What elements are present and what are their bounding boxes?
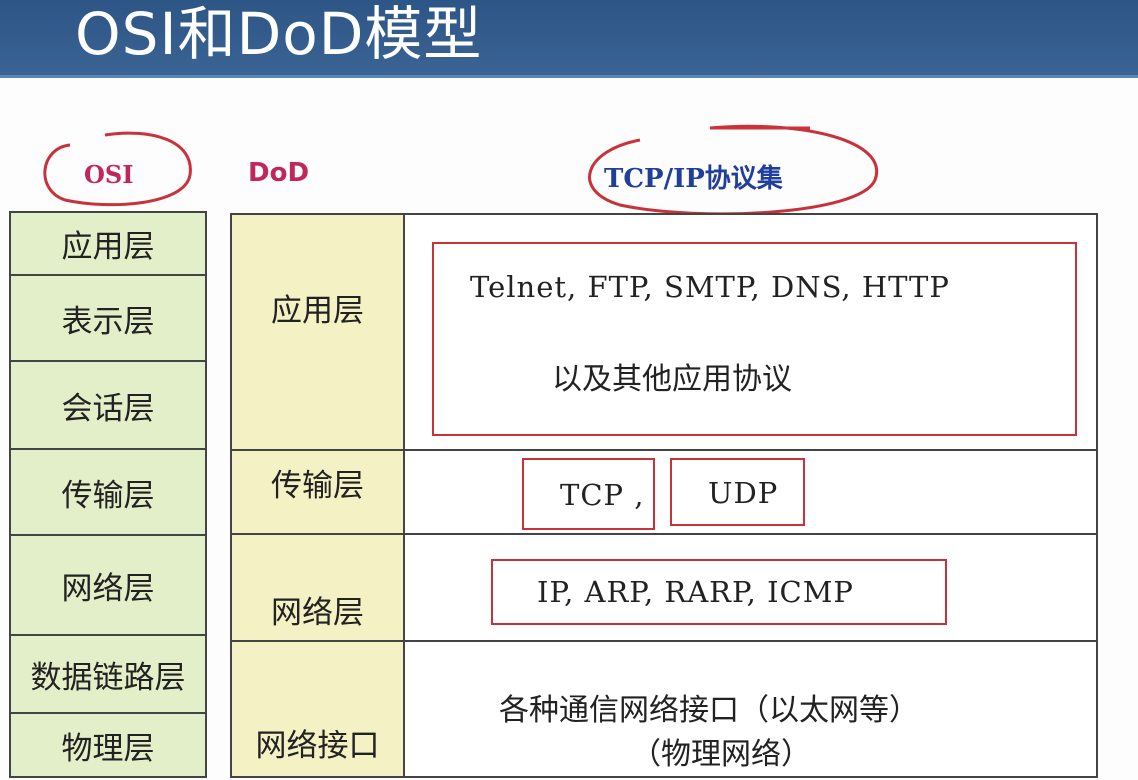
dod-layer-transport: 传输层: [271, 468, 364, 504]
dod-column: 应用层 传输层 网络层 网络接口: [230, 213, 405, 778]
osi-layer-physical: 物理层: [9, 712, 207, 778]
osi-layer-label: 传输层: [61, 477, 155, 514]
osi-layer-label: 表示层: [61, 303, 155, 340]
dod-layer-interface: 网络接口: [255, 728, 380, 764]
tcp-label: TCP ,: [560, 478, 645, 512]
osi-layer-label: 网络层: [61, 570, 155, 607]
osi-layer-label: 物理层: [61, 730, 155, 767]
osi-layer-session: 会话层: [9, 360, 207, 450]
osi-layer-network: 网络层: [9, 534, 207, 636]
application-other: 以及其他应用协议: [552, 362, 792, 397]
network-protocols: IP, ARP, RARP, ICMP: [537, 575, 854, 609]
udp-label: UDP: [708, 476, 779, 510]
osi-layer-label: 数据链路层: [30, 659, 186, 696]
application-protocols: Telnet, FTP, SMTP, DNS, HTTP: [470, 270, 950, 304]
divider: [405, 533, 1096, 535]
divider: [405, 449, 1096, 451]
udp-box: UDP: [670, 458, 805, 526]
osi-layer-transport: 传输层: [9, 448, 207, 536]
osi-layer-presentation: 表示层: [9, 274, 207, 362]
osi-layer-label: 应用层: [61, 229, 155, 265]
tcpip-header: TCP/IP协议集: [604, 164, 783, 194]
divider: [232, 449, 403, 451]
dod-layer-application: 应用层: [271, 293, 364, 329]
divider: [232, 640, 403, 642]
interface-line-1: 各种通信网络接口（以太网等）: [499, 693, 919, 728]
osi-layer-label: 会话层: [61, 390, 155, 427]
osi-layer-datalink: 数据链路层: [9, 634, 207, 714]
application-protocols-box: Telnet, FTP, SMTP, DNS, HTTP 以及其他应用协议: [432, 242, 1077, 436]
divider: [232, 533, 403, 535]
divider: [405, 640, 1096, 642]
tcpip-column: Telnet, FTP, SMTP, DNS, HTTP 以及其他应用协议 TC…: [403, 213, 1098, 778]
network-protocols-box: IP, ARP, RARP, ICMP: [491, 559, 947, 625]
title-bar: OSI和DoD模型: [0, 0, 1138, 78]
dod-header: DoD: [248, 158, 310, 188]
dod-layer-network: 网络层: [271, 595, 364, 631]
osi-header: OSI: [84, 160, 134, 189]
page-title: OSI和DoD模型: [75, 0, 483, 68]
interface-line-2: （物理网络）: [631, 737, 811, 772]
osi-layer-application: 应用层: [9, 211, 207, 276]
tcp-box: TCP ,: [522, 458, 655, 530]
